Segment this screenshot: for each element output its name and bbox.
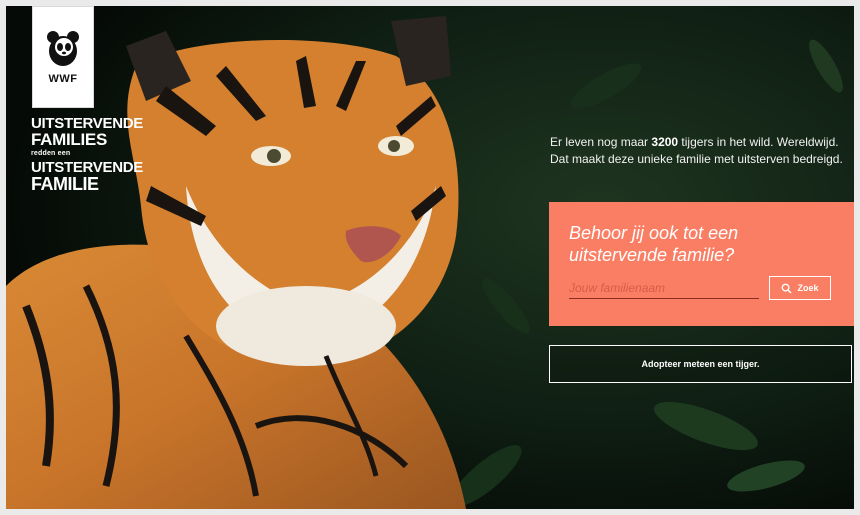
tagline-line-5: FAMILIE <box>31 174 99 194</box>
family-search-panel: Behoor jij ook tot een uitstervende fami… <box>549 202 854 326</box>
search-label: Zoek <box>797 283 819 293</box>
panda-icon <box>47 31 79 66</box>
search-icon <box>782 283 793 294</box>
tagline-line-1: UITSTERVENDE <box>31 115 143 132</box>
intro-prefix: Er leven nog maar <box>550 135 652 149</box>
tiger-count: 3200 <box>651 135 679 149</box>
intro-text: Er leven nog maar 3200 tijgers in het wi… <box>550 134 850 168</box>
campaign-tagline: UITSTERVENDE FAMILIES redden een UITSTER… <box>31 116 143 193</box>
wwf-logo[interactable]: WWF <box>32 6 94 108</box>
search-button[interactable]: Zoek <box>769 276 831 300</box>
tagline-line-4: UITSTERVENDE <box>31 159 143 176</box>
adopt-label: Adopteer meteen een tijger. <box>641 359 760 369</box>
logo-label: WWF <box>48 73 78 85</box>
hero-section: WWF UITSTERVENDE FAMILIES redden een UIT… <box>6 6 854 509</box>
family-name-input[interactable] <box>569 278 759 299</box>
tagline-line-3: redden een <box>31 150 71 157</box>
panel-title: Behoor jij ook tot een uitstervende fami… <box>569 223 739 265</box>
adopt-tiger-button[interactable]: Adopteer meteen een tijger. <box>549 345 852 383</box>
tagline-line-2: FAMILIES <box>31 130 107 149</box>
